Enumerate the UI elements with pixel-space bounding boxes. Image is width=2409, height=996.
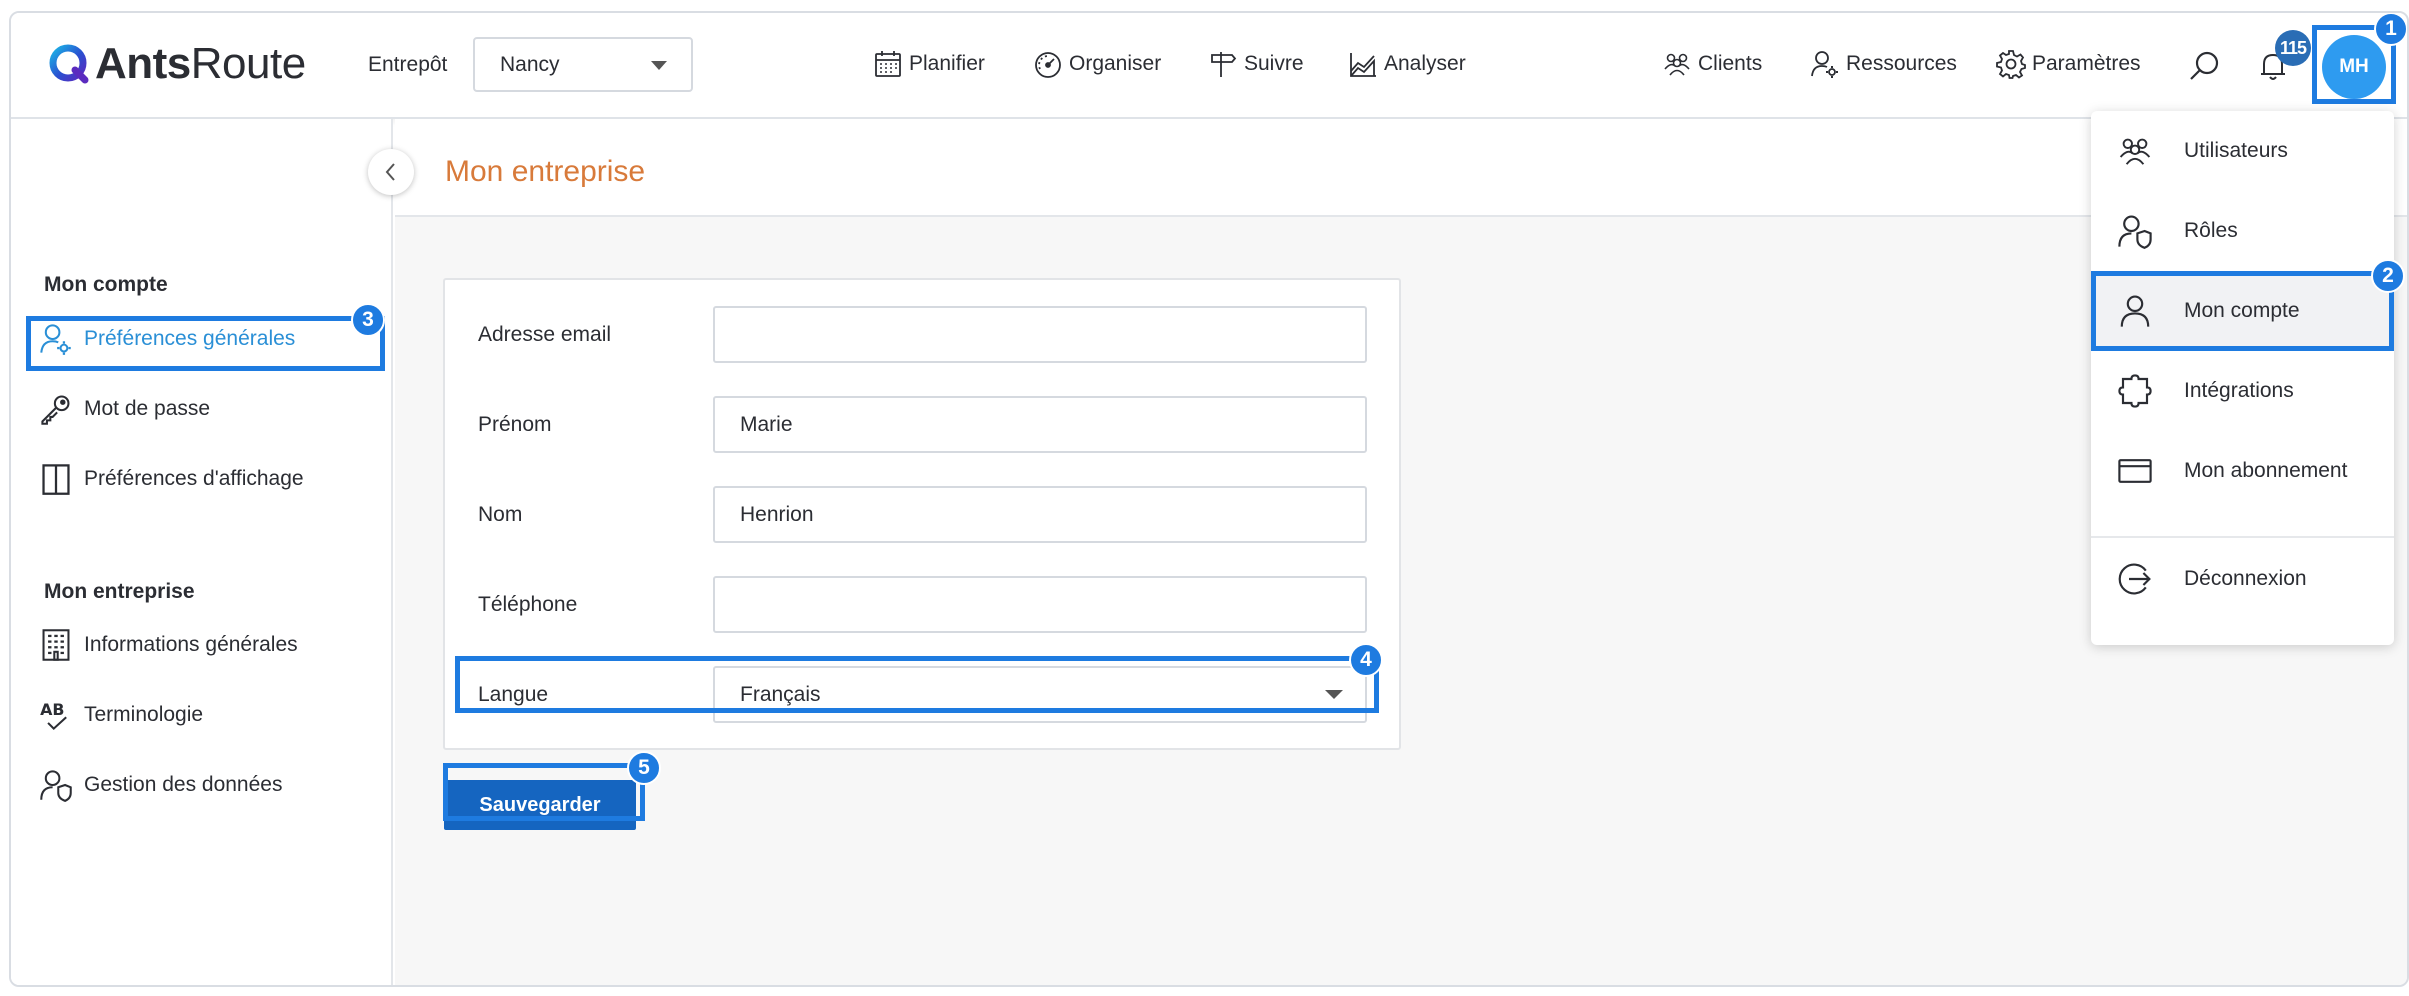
chart-icon	[1350, 53, 1376, 77]
sidebar-item-general-info[interactable]: Informations générales	[38, 627, 298, 663]
user-gear-icon	[38, 321, 74, 357]
sidebar-item-label: Informations générales	[84, 633, 298, 656]
nav-analyser[interactable]: Analyser	[1348, 49, 1466, 79]
gauge-icon	[1035, 52, 1061, 78]
nav-label: Suivre	[1244, 52, 1304, 75]
menu-item-label: Mon abonnement	[2184, 459, 2348, 482]
warehouse-select-value: Nancy	[500, 52, 560, 76]
sidebar-item-label: Terminologie	[84, 703, 204, 726]
menu-item-my-account[interactable]: Mon compte	[2091, 271, 2394, 351]
menu-item-users[interactable]: Utilisateurs	[2091, 111, 2394, 191]
menu-item-label: Déconnexion	[2184, 567, 2307, 590]
step-marker-2: 2	[2371, 259, 2405, 293]
account-form-card: Adresse email Prénom Marie Nom Henrion T…	[443, 278, 1401, 750]
firstname-label: Prénom	[478, 413, 552, 436]
svg-text:AB: AB	[40, 700, 64, 719]
nav-label: Paramètres	[2032, 52, 2141, 75]
menu-item-label: Mon compte	[2184, 299, 2300, 322]
save-button[interactable]: Sauvegarder	[444, 780, 636, 830]
step-marker-4: 4	[1349, 643, 1383, 677]
menu-item-subscription[interactable]: Mon abonnement	[2091, 431, 2394, 511]
lastname-label: Nom	[478, 503, 523, 526]
sidebar-section-account: Mon compte	[44, 273, 168, 296]
phone-field[interactable]	[713, 576, 1367, 633]
nav-suivre[interactable]: Suivre	[1208, 49, 1304, 79]
columns-icon	[38, 461, 74, 497]
logout-icon	[2117, 561, 2153, 597]
nav-label: Analyser	[1384, 52, 1466, 75]
menu-item-label: Rôles	[2184, 219, 2238, 242]
email-field[interactable]	[713, 306, 1367, 363]
nav-label: Organiser	[1069, 52, 1162, 75]
menu-item-logout[interactable]: Déconnexion	[2091, 539, 2394, 619]
user-shield-icon	[2117, 213, 2153, 249]
group-icon	[1664, 53, 1690, 76]
nav-organiser[interactable]: Organiser	[1033, 49, 1161, 79]
warehouse-label: Entrepôt	[368, 53, 448, 76]
language-select-value: Français	[740, 682, 821, 706]
sidebar-item-data-management[interactable]: Gestion des données	[38, 767, 282, 803]
settings-sidebar: Mon compte Préférences générales Mot de …	[11, 119, 393, 985]
ab-check-icon: AB	[38, 697, 74, 733]
building-icon	[38, 627, 74, 663]
sidebar-item-label: Mot de passe	[84, 397, 211, 420]
sidebar-item-display-preferences[interactable]: Préférences d'affichage	[38, 461, 304, 497]
chevron-left-icon	[385, 163, 395, 181]
user-icon	[2117, 293, 2153, 329]
nav-label: Planifier	[909, 52, 985, 75]
nav-label: Clients	[1698, 52, 1763, 75]
logo-text: AntsRoute	[95, 39, 306, 88]
email-label: Adresse email	[478, 323, 612, 346]
gear-icon	[1996, 50, 2026, 79]
user-avatar[interactable]: MH	[2322, 35, 2386, 99]
warehouse-select[interactable]: Nancy	[473, 37, 693, 92]
user-gear-icon	[1811, 51, 1838, 78]
chevron-down-icon	[651, 61, 667, 70]
notification-badge: 115	[2275, 30, 2311, 66]
top-navigation-bar: AntsRoute Entrepôt Nancy Planifier Organ…	[11, 13, 2407, 119]
nav-clients[interactable]: Clients	[1662, 49, 1762, 79]
firstname-field[interactable]: Marie	[713, 396, 1367, 453]
page-title: Mon entreprise	[445, 155, 646, 188]
sidebar-collapse-button[interactable]	[368, 149, 414, 195]
signpost-icon	[1211, 52, 1237, 77]
lastname-field[interactable]: Henrion	[713, 486, 1367, 543]
nav-parametres[interactable]: Paramètres	[1996, 49, 2141, 79]
calendar-icon	[875, 51, 901, 77]
nav-ressources[interactable]: Ressources	[1810, 49, 1957, 79]
menu-item-integrations[interactable]: Intégrations	[2091, 351, 2394, 431]
menu-item-label: Utilisateurs	[2184, 139, 2288, 162]
nav-label: Ressources	[1846, 52, 1957, 75]
sidebar-item-general-preferences[interactable]: Préférences générales	[38, 321, 295, 357]
app-window: AntsRoute Entrepôt Nancy Planifier Organ…	[9, 11, 2409, 987]
sidebar-section-company: Mon entreprise	[44, 580, 195, 603]
sidebar-item-password[interactable]: Mot de passe	[38, 391, 210, 427]
menu-divider	[2091, 536, 2394, 538]
step-marker-5: 5	[627, 751, 661, 785]
language-label: Langue	[478, 683, 549, 706]
step-marker-1: 1	[2374, 13, 2407, 46]
account-dropdown-menu: Utilisateurs Rôles Mon compte Intégratio…	[2091, 111, 2394, 645]
logo-mark-icon	[47, 42, 91, 86]
menu-item-roles[interactable]: Rôles	[2091, 191, 2394, 271]
nav-planifier[interactable]: Planifier	[873, 49, 985, 79]
sidebar-item-label: Préférences d'affichage	[84, 467, 304, 490]
search-icon[interactable]	[2187, 49, 2221, 83]
user-shield-icon	[38, 767, 74, 803]
key-icon	[38, 391, 74, 427]
sidebar-item-label: Préférences générales	[84, 327, 296, 350]
chevron-down-icon	[1325, 690, 1343, 699]
phone-label: Téléphone	[478, 593, 578, 616]
menu-item-label: Intégrations	[2184, 379, 2294, 402]
users-icon	[2117, 133, 2153, 169]
antsroute-logo[interactable]: AntsRoute	[47, 39, 306, 89]
language-select[interactable]: Français	[713, 666, 1367, 723]
step-marker-3: 3	[351, 303, 385, 337]
sidebar-item-terminology[interactable]: AB Terminologie	[38, 697, 203, 733]
puzzle-icon	[2117, 373, 2153, 409]
sidebar-item-label: Gestion des données	[84, 773, 283, 796]
credit-card-icon	[2117, 453, 2153, 489]
